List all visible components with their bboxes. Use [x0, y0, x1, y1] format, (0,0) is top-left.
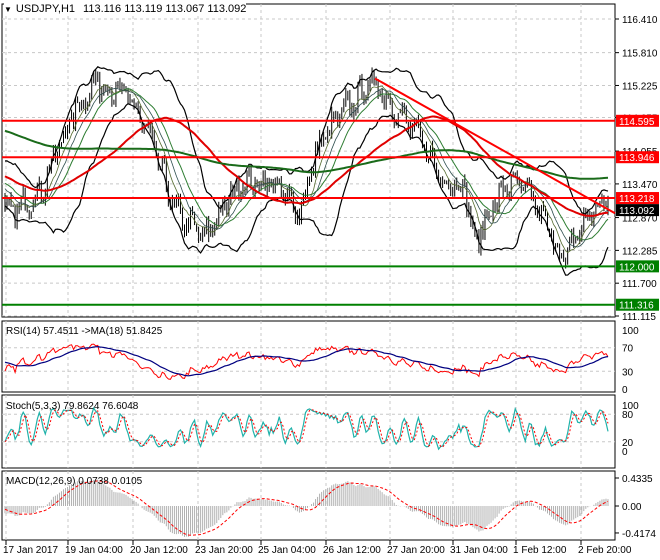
trend-line [374, 77, 616, 215]
current-price-label: 113.092 [619, 206, 655, 217]
rsi-tick-label: 0 [622, 385, 628, 396]
chart-header: ▼ USDJPY,H1 113.116 113.119 113.067 113.… [4, 3, 247, 15]
time-tick-label: 26 Jan 12:00 [323, 545, 381, 556]
rsi-tick-label: 30 [622, 367, 634, 378]
stoch-tick-label: 0 [622, 447, 628, 458]
macd-tick-label: 0.4335 [622, 474, 653, 485]
stoch-main-line [4, 406, 609, 451]
time-tick-label: 25 Jan 04:00 [258, 545, 316, 556]
time-tick-label: 2 Feb 20:00 [578, 545, 632, 556]
level-label: 113.218 [619, 194, 655, 205]
price-tick-label: 115.225 [622, 81, 658, 92]
time-tick-label: 23 Jan 20:00 [195, 545, 253, 556]
price-tick-label: 112.285 [622, 246, 658, 257]
symbol-label: USDJPY,H1 [15, 3, 76, 15]
level-label: 113.946 [619, 153, 655, 164]
time-tick-label: 20 Jan 12:00 [130, 545, 188, 556]
price-tick-label: 115.810 [622, 49, 658, 60]
stoch-tick-label: 80 [622, 410, 634, 421]
collapse-triangle-icon[interactable]: ▼ [4, 5, 12, 14]
chart-window: 116.410115.810115.225114.655114.055113.4… [0, 0, 660, 560]
level-label: 114.595 [619, 117, 655, 128]
time-tick-label: 1 Feb 12:00 [513, 545, 567, 556]
stoch-title: Stoch(5,3,3) 79.8624 76.6048 [6, 401, 139, 412]
price-tick-label: 111.115 [622, 312, 656, 323]
ma-medium [4, 87, 609, 248]
ohlc-label: 113.116 113.119 113.067 113.092 [83, 3, 247, 15]
price-tick-label: 113.470 [622, 180, 658, 191]
rsi-ma-line [4, 345, 609, 377]
macd-tick-label: -0.4174 [622, 529, 656, 540]
bollinger-upper [4, 66, 609, 215]
rsi-tick-label: 100 [622, 326, 639, 337]
price-tick-label: 116.410 [622, 15, 658, 26]
time-tick-label: 17 Jan 2017 [3, 545, 58, 556]
time-tick-label: 31 Jan 04:00 [450, 545, 508, 556]
rsi-title: RSI(14) 57.4511 ->MA(18) 51.8425 [6, 326, 163, 337]
level-label: 111.316 [619, 301, 654, 312]
ma-fast [4, 84, 609, 254]
time-tick-label: 19 Jan 04:00 [65, 545, 123, 556]
rsi-line [4, 343, 609, 380]
rsi-tick-label: 70 [622, 344, 634, 355]
macd-tick-label: 0.00 [622, 502, 642, 513]
time-tick-label: 27 Jan 20:00 [387, 545, 445, 556]
macd-title: MACD(12,26,9) 0.0738 0.0105 [6, 476, 143, 487]
level-label: 112.000 [619, 262, 655, 273]
price-tick-label: 111.700 [622, 279, 657, 290]
chart-canvas[interactable]: 116.410115.810115.225114.655114.055113.4… [0, 0, 660, 560]
